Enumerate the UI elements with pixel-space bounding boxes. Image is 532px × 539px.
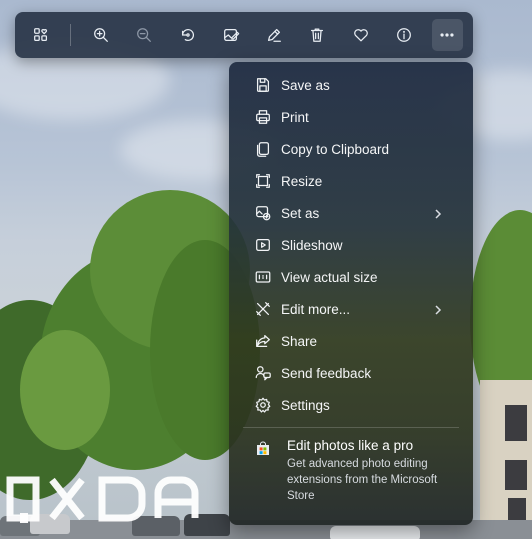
menu-item-print[interactable]: Print	[229, 101, 473, 133]
see-more-button[interactable]	[431, 19, 463, 51]
file-info-button[interactable]	[388, 19, 419, 51]
zoom-in-icon	[93, 28, 108, 42]
menu-item-label: Copy to Clipboard	[281, 141, 390, 157]
add-to-album-button[interactable]	[25, 19, 56, 51]
zoom-in-button[interactable]	[85, 19, 116, 51]
pen-icon	[268, 28, 282, 42]
menu-item-label: Send feedback	[281, 365, 372, 381]
set-as-icon	[253, 203, 273, 223]
xda-watermark-logo	[6, 476, 199, 523]
share-icon	[253, 331, 273, 351]
chevron-right-icon	[431, 206, 445, 220]
resize-icon	[253, 171, 273, 191]
menu-item-settings[interactable]: Settings	[229, 389, 473, 421]
chevron-right-icon	[431, 302, 445, 316]
menu-item-label: Edit more...	[281, 301, 351, 317]
print-icon	[253, 107, 273, 127]
menu-item-share[interactable]: Share	[229, 325, 473, 357]
menu-item-save-as[interactable]: Save as	[229, 69, 473, 101]
more-icon	[440, 33, 454, 37]
heart-icon	[353, 29, 368, 42]
menu-item-resize[interactable]: Resize	[229, 165, 473, 197]
copy-icon	[253, 139, 273, 159]
menu-item-label: View actual size	[281, 269, 378, 285]
info-icon	[397, 28, 411, 42]
edit-more-icon	[253, 299, 273, 319]
favorite-button[interactable]	[345, 19, 376, 51]
menu-item-label: Share	[281, 333, 318, 349]
menu-item-label: Save as	[281, 77, 330, 93]
more-options-menu: Save as Print Copy to Clipboard Resize S…	[229, 62, 473, 525]
menu-item-label: Set as	[281, 205, 320, 221]
menu-item-send-feedback[interactable]: Send feedback	[229, 357, 473, 389]
menu-item-label: Print	[281, 109, 309, 125]
promo-title: Edit photos like a pro	[287, 438, 414, 453]
menu-item-label: Slideshow	[281, 237, 343, 253]
promo-description: Get advanced photo editing extensions fr…	[287, 458, 438, 502]
actual-size-icon	[253, 267, 273, 287]
feedback-icon	[253, 363, 273, 383]
menu-item-edit-more[interactable]: Edit more...	[229, 293, 473, 325]
rotate-button[interactable]	[172, 19, 203, 51]
image-toolbar	[15, 12, 473, 58]
store-promo[interactable]: Edit photos like a pro Get advanced phot…	[229, 436, 473, 504]
zoom-out-button[interactable]	[129, 19, 160, 51]
album-heart-icon	[33, 28, 47, 42]
menu-divider	[243, 427, 459, 428]
zoom-out-icon	[137, 28, 152, 42]
save-icon	[253, 75, 273, 95]
rotate-icon	[181, 29, 194, 41]
menu-item-label: Settings	[281, 397, 330, 413]
menu-item-copy-to-clipboard[interactable]: Copy to Clipboard	[229, 133, 473, 165]
slideshow-icon	[253, 235, 273, 255]
menu-item-view-actual-size[interactable]: View actual size	[229, 261, 473, 293]
menu-item-label: Resize	[281, 173, 323, 189]
menu-item-slideshow[interactable]: Slideshow	[229, 229, 473, 261]
microsoft-store-icon	[257, 441, 269, 455]
edit-image-button[interactable]	[215, 19, 246, 51]
delete-button[interactable]	[302, 19, 333, 51]
settings-icon	[253, 395, 273, 415]
toolbar-divider	[70, 24, 72, 46]
draw-button[interactable]	[258, 19, 289, 51]
menu-item-set-as[interactable]: Set as	[229, 197, 473, 229]
trash-icon	[311, 28, 324, 42]
edit-image-icon	[223, 28, 240, 42]
